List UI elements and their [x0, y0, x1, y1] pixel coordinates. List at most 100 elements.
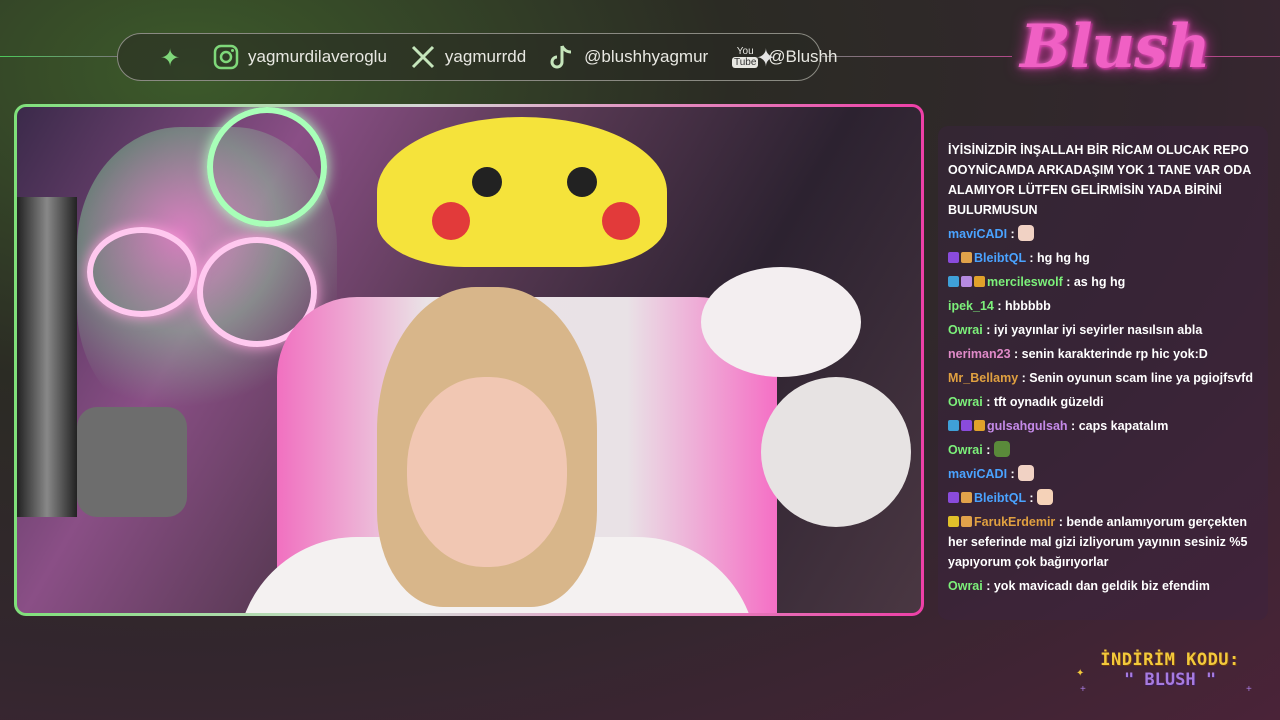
- chat-badge-icon: [948, 492, 959, 503]
- chat-separator: :: [1025, 491, 1037, 505]
- youtube-badge-top: You: [736, 46, 754, 57]
- top-divider-left: [0, 56, 118, 57]
- chat-badge-icon: [961, 516, 972, 527]
- chat-badge-icon: [961, 276, 972, 287]
- chat-username[interactable]: Owrai: [948, 395, 983, 409]
- discount-label: İNDİRİM KODU:: [1100, 650, 1240, 670]
- chat-message: BleibtQL : hg hg hg: [948, 248, 1258, 268]
- chat-emote-icon: [1018, 465, 1035, 481]
- chat-text: yok mavicadı dan geldik biz efendim: [993, 579, 1210, 593]
- chat-text: tft oynadık güzeldi: [993, 395, 1104, 409]
- chat-message: FarukErdemir : bende anlamıyorum gerçekt…: [948, 512, 1258, 572]
- chat-panel: İYİSİNİZDİR İNŞALLAH BİR RİCAM OLUCAK RE…: [938, 126, 1268, 620]
- social-bar: ✦ yagmurdilaveroglu yagmurrdd @blushhyag…: [117, 33, 837, 81]
- top-divider-right: [822, 56, 1012, 57]
- chat-username[interactable]: gulsahgulsah: [987, 419, 1068, 433]
- chat-badge-icon: [948, 276, 959, 287]
- pet-bed: [761, 377, 911, 527]
- brand-logo: Blush: [1020, 12, 1211, 82]
- chat-username[interactable]: neriman23: [948, 347, 1011, 361]
- chat-message: neriman23 : senin karakterinde rp hic yo…: [948, 344, 1258, 364]
- instagram-label: yagmurdilaveroglu: [248, 47, 387, 66]
- sparkle-icon: +: [1080, 684, 1086, 695]
- chat-separator: :: [1067, 419, 1079, 433]
- chat-separator: :: [993, 299, 1005, 313]
- chat-badge-icon: [961, 492, 972, 503]
- mic-stand: [17, 197, 77, 517]
- sparkle-icon: +: [1246, 684, 1252, 695]
- chat-username[interactable]: ipek_14: [948, 299, 994, 313]
- chat-message: Owrai : yok mavicadı dan geldik biz efen…: [948, 576, 1258, 596]
- chat-separator: :: [1018, 371, 1030, 385]
- chat-username[interactable]: mercileswolf: [987, 275, 1063, 289]
- x-handle[interactable]: yagmurrdd: [409, 43, 526, 71]
- chat-username[interactable]: BleibtQL: [974, 251, 1026, 265]
- chat-username[interactable]: maviCADI: [948, 227, 1007, 241]
- chat-badge-icon: [948, 420, 959, 431]
- tiktok-label: @blushhyagmur: [584, 47, 709, 66]
- tiktok-handle[interactable]: @blushhyagmur: [548, 43, 708, 71]
- chat-username[interactable]: BleibtQL: [974, 491, 1026, 505]
- chat-message: maviCADI :: [948, 464, 1258, 484]
- chat-badge-icon: [961, 420, 972, 431]
- microphone: [77, 407, 187, 517]
- chat-badge-icon: [948, 516, 959, 527]
- chat-username[interactable]: Owrai: [948, 323, 983, 337]
- chat-separator: :: [982, 443, 994, 457]
- chat-separator: :: [1007, 467, 1019, 481]
- chat-text: hbbbbb: [1004, 299, 1051, 313]
- chat-message: Owrai : iyi yayınlar iyi seyirler nasıls…: [948, 320, 1258, 340]
- chat-text: senin karakterinde rp hic yok:D: [1021, 347, 1208, 361]
- chat-separator: :: [982, 323, 994, 337]
- chat-username[interactable]: Owrai: [948, 443, 983, 457]
- chat-username[interactable]: FarukErdemir: [974, 515, 1055, 529]
- instagram-handle[interactable]: yagmurdilaveroglu: [212, 43, 387, 71]
- chat-message: maviCADI :: [948, 224, 1258, 244]
- chat-text: Senin oyunun scam line ya pgiojfsvfd: [1029, 371, 1253, 385]
- chat-message: Owrai : tft oynadık güzeldi: [948, 392, 1258, 412]
- youtube-handle[interactable]: You Tube @Blushh: [730, 43, 837, 71]
- chat-emote-icon: [1036, 489, 1053, 505]
- chat-badge-icon: [974, 420, 985, 431]
- webcam-frame: [14, 104, 924, 616]
- chat-separator: :: [1007, 227, 1019, 241]
- chat-emote-icon: [993, 441, 1010, 457]
- chat-badge-icon: [961, 252, 972, 263]
- chat-message: gulsahgulsah : caps kapatalım: [948, 416, 1258, 436]
- chat-message: Mr_Bellamy : Senin oyunun scam line ya p…: [948, 368, 1258, 388]
- chat-message: İYİSİNİZDİR İNŞALLAH BİR RİCAM OLUCAK RE…: [948, 140, 1258, 220]
- discount-code-value: " BLUSH ": [1123, 670, 1217, 690]
- neon-smiley: [87, 227, 197, 317]
- chat-username[interactable]: maviCADI: [948, 467, 1007, 481]
- x-label: yagmurrdd: [444, 47, 527, 66]
- discount-code: İNDİRİM KODU: " BLUSH ": [1090, 650, 1250, 690]
- chat-separator: :: [982, 395, 994, 409]
- sparkle-icon: ✦: [755, 45, 776, 72]
- chat-badge-icon: [974, 276, 985, 287]
- chat-text: as hg hg: [1073, 275, 1126, 289]
- chat-message: Owrai :: [948, 440, 1258, 460]
- streamer: [237, 207, 757, 613]
- sparkle-icon: ✦: [1076, 668, 1085, 679]
- chat-text: iyi yayınlar iyi seyirler nasılsın abla: [993, 323, 1203, 337]
- chat-message: BleibtQL :: [948, 488, 1258, 508]
- chat-separator: :: [1025, 251, 1037, 265]
- tiktok-icon: [548, 43, 576, 71]
- chat-emote-icon: [1018, 225, 1035, 241]
- chat-badge-icon: [948, 252, 959, 263]
- webcam-feed: [17, 107, 921, 613]
- top-divider-far: [1198, 56, 1280, 57]
- x-icon: [409, 43, 437, 71]
- chat-separator: :: [1055, 515, 1067, 529]
- chat-username[interactable]: Owrai: [948, 579, 983, 593]
- chat-separator: :: [1010, 347, 1022, 361]
- chat-text: İYİSİNİZDİR İNŞALLAH BİR RİCAM OLUCAK RE…: [948, 143, 1251, 217]
- chat-separator: :: [982, 579, 994, 593]
- chat-separator: :: [1062, 275, 1074, 289]
- chat-message: mercileswolf : as hg hg: [948, 272, 1258, 292]
- youtube-badge-bottom: Tube: [732, 57, 759, 68]
- chat-username[interactable]: Mr_Bellamy: [948, 371, 1018, 385]
- chat-message: ipek_14 : hbbbbb: [948, 296, 1258, 316]
- youtube-label: @Blushh: [768, 47, 838, 66]
- sparkle-icon: ✦: [160, 45, 181, 72]
